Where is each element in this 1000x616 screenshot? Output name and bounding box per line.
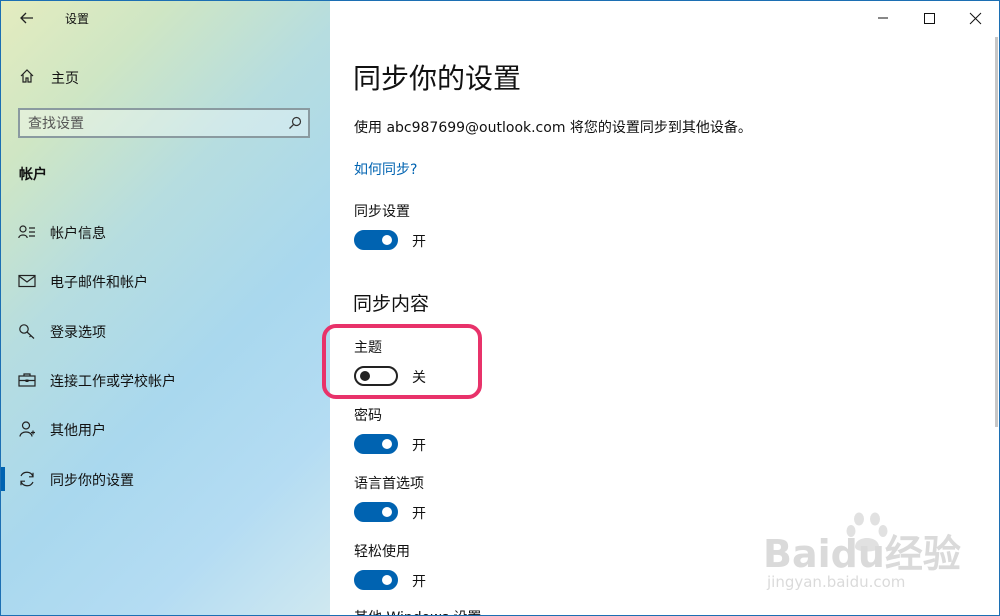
theme-toggle[interactable] xyxy=(354,366,398,386)
toggle-knob xyxy=(382,235,392,245)
sidebar-item-label: 其他用户 xyxy=(50,423,106,439)
language-state: 开 xyxy=(412,506,426,522)
sync-settings-state: 开 xyxy=(412,234,426,250)
home-label: 主页 xyxy=(51,71,79,87)
app-title: 设置 xyxy=(65,12,90,26)
toggle-knob xyxy=(382,575,392,585)
sync-settings-label: 同步设置 xyxy=(354,204,410,220)
settings-window: 设置 主页 帐户 帐户信息 xyxy=(0,0,1000,616)
home-icon xyxy=(20,69,34,83)
theme-label: 主题 xyxy=(354,340,382,356)
sidebar-item-email-accounts[interactable]: 电子邮件和帐户 xyxy=(1,263,330,299)
sidebar-item-label: 连接工作或学校帐户 xyxy=(50,374,176,390)
other-windows-settings-label: 其他 Windows 设置 xyxy=(354,607,481,615)
sidebar-item-label: 帐户信息 xyxy=(50,226,106,242)
ease-of-access-state: 开 xyxy=(412,574,426,590)
selection-indicator xyxy=(1,467,5,491)
ease-of-access-label: 轻松使用 xyxy=(354,544,410,560)
passwords-label: 密码 xyxy=(354,408,382,424)
sidebar: 设置 主页 帐户 帐户信息 xyxy=(1,1,330,615)
sidebar-item-account-info[interactable]: 帐户信息 xyxy=(1,214,330,250)
sidebar-item-work-school[interactable]: 连接工作或学校帐户 xyxy=(1,362,330,398)
ease-of-access-toggle[interactable] xyxy=(354,570,398,590)
main-content: 同步你的设置 使用 abc987699@outlook.com 将您的设置同步到… xyxy=(322,1,999,615)
scrollbar[interactable] xyxy=(995,37,998,427)
sidebar-item-label: 登录选项 xyxy=(50,325,106,341)
sidebar-item-sync-settings[interactable]: 同步你的设置 xyxy=(1,461,330,497)
titlebar-left: 设置 xyxy=(1,1,330,35)
section-title: 帐户 xyxy=(19,167,47,183)
search-input[interactable] xyxy=(28,114,278,134)
close-icon[interactable] xyxy=(952,1,998,35)
sidebar-item-label: 同步你的设置 xyxy=(50,473,134,489)
toggle-knob xyxy=(382,507,392,517)
sync-description: 使用 abc987699@outlook.com 将您的设置同步到其他设备。 xyxy=(354,120,752,136)
passwords-state: 开 xyxy=(412,438,426,454)
watermark-url: jingyan.baidu.com xyxy=(767,573,906,591)
sidebar-item-label: 电子邮件和帐户 xyxy=(50,275,148,291)
minimize-icon[interactable] xyxy=(860,1,906,35)
baidu-watermark: Baidu经验 jingyan.baidu.com xyxy=(763,501,993,596)
search-box[interactable] xyxy=(18,108,310,138)
how-to-sync-link[interactable]: 如何同步? xyxy=(354,159,417,179)
briefcase-icon xyxy=(18,373,36,387)
sync-icon xyxy=(20,471,34,487)
toggle-knob xyxy=(382,439,392,449)
sync-settings-toggle[interactable] xyxy=(354,230,398,250)
language-label: 语言首选项 xyxy=(354,476,424,492)
sync-content-heading: 同步内容 xyxy=(353,293,430,315)
language-toggle[interactable] xyxy=(354,502,398,522)
maximize-icon[interactable] xyxy=(906,1,952,35)
back-arrow-icon[interactable] xyxy=(17,8,37,28)
sidebar-item-sign-in-options[interactable]: 登录选项 xyxy=(1,313,330,349)
theme-state: 关 xyxy=(412,370,426,386)
highlight-annotation xyxy=(322,324,482,399)
search-icon[interactable] xyxy=(288,116,302,130)
watermark-brand: Baidu经验 xyxy=(763,532,961,576)
person-icon xyxy=(19,421,35,437)
account-info-icon xyxy=(18,225,35,239)
key-icon xyxy=(19,324,35,339)
mail-icon xyxy=(18,274,36,288)
page-title: 同步你的设置 xyxy=(353,62,522,95)
sidebar-item-other-users[interactable]: 其他用户 xyxy=(1,411,330,447)
toggle-knob xyxy=(360,371,370,381)
passwords-toggle[interactable] xyxy=(354,434,398,454)
